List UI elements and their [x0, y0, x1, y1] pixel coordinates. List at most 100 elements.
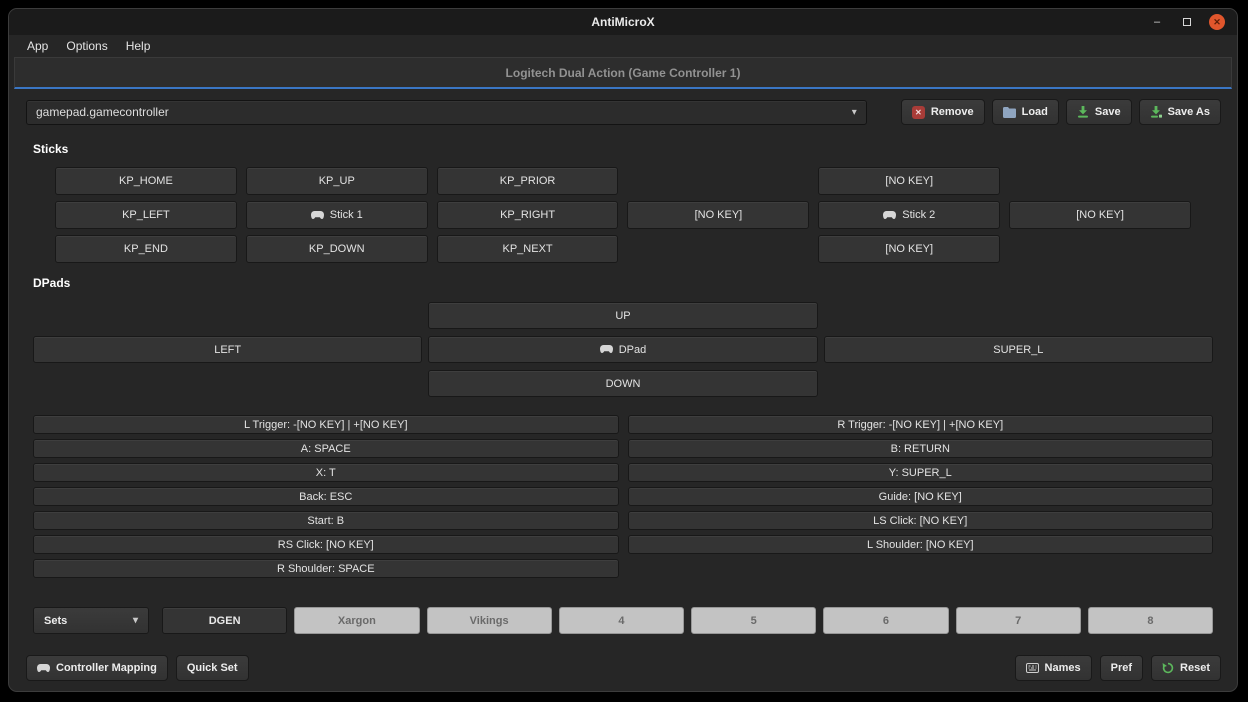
set-tab-6[interactable]: 6	[823, 607, 948, 634]
gamepad-icon	[311, 211, 324, 220]
a-button[interactable]: A: SPACE	[33, 439, 619, 458]
ls-click-button[interactable]: LS Click: [NO KEY]	[628, 511, 1214, 530]
stick1-left-button[interactable]: KP_LEFT	[55, 201, 237, 229]
stick1-down-left-button[interactable]: KP_END	[55, 235, 237, 263]
controller-tabbar: Logitech Dual Action (Game Controller 1)	[14, 57, 1232, 89]
chevron-down-icon: ▾	[852, 107, 857, 118]
remove-label: Remove	[931, 106, 974, 118]
r-shoulder-button[interactable]: R Shoulder: SPACE	[33, 559, 619, 578]
save-icon	[1077, 106, 1089, 118]
x-button[interactable]: X: T	[33, 463, 619, 482]
stick2-center-button[interactable]: Stick 2	[818, 201, 1000, 229]
back-button[interactable]: Back: ESC	[33, 487, 619, 506]
pref-button[interactable]: Pref	[1100, 655, 1143, 681]
minimize-icon: –	[1154, 16, 1160, 28]
rs-click-button[interactable]: RS Click: [NO KEY]	[33, 535, 619, 554]
profile-row: gamepad.gamecontroller ▾ ✕ Remove Load S…	[9, 89, 1237, 133]
gamepad-icon	[37, 664, 50, 673]
r-trigger-button[interactable]: R Trigger: -[NO KEY] | +[NO KEY]	[628, 415, 1214, 434]
sticks-heading: Sticks	[33, 142, 1213, 160]
dpad-label: DPad	[619, 344, 647, 356]
dpads-heading: DPads	[33, 276, 1213, 294]
dpad-down-button[interactable]: DOWN	[428, 370, 817, 397]
sticks-grid: KP_HOME KP_UP KP_PRIOR [NO KEY] KP_LEFT …	[55, 167, 1191, 263]
reset-icon	[1162, 662, 1174, 674]
l-shoulder-button[interactable]: L Shoulder: [NO KEY]	[628, 535, 1214, 554]
stick1-up-left-button[interactable]: KP_HOME	[55, 167, 237, 195]
dpad-left-button[interactable]: LEFT	[33, 336, 422, 363]
sets-dropdown[interactable]: Sets ▾	[33, 607, 149, 634]
titlebar: AntiMicroX – ✕	[9, 9, 1237, 35]
set-tab-8[interactable]: 8	[1088, 607, 1213, 634]
stick2-down-button[interactable]: [NO KEY]	[818, 235, 1000, 263]
names-button[interactable]: Names	[1015, 655, 1092, 681]
save-button[interactable]: Save	[1066, 99, 1132, 125]
keyboard-icon	[1026, 663, 1039, 673]
maximize-icon	[1183, 18, 1191, 26]
set-tab-1[interactable]: DGEN	[162, 607, 287, 634]
y-button[interactable]: Y: SUPER_L	[628, 463, 1214, 482]
close-button[interactable]: ✕	[1209, 14, 1225, 30]
set-tab-2[interactable]: Xargon	[294, 607, 419, 634]
set-tab-5[interactable]: 5	[691, 607, 816, 634]
maximize-button[interactable]	[1179, 14, 1195, 30]
sets-dropdown-label: Sets	[44, 615, 67, 627]
stick1-up-button[interactable]: KP_UP	[246, 167, 428, 195]
app-window: AntiMicroX – ✕ App Options Help Logitech…	[8, 8, 1238, 692]
minimize-button[interactable]: –	[1149, 14, 1165, 30]
quick-set-button[interactable]: Quick Set	[176, 655, 249, 681]
remove-icon: ✕	[912, 106, 925, 119]
profile-combobox[interactable]: gamepad.gamecontroller ▾	[26, 100, 867, 125]
gamepad-icon	[600, 345, 613, 354]
remove-button[interactable]: ✕ Remove	[901, 99, 985, 125]
b-button[interactable]: B: RETURN	[628, 439, 1214, 458]
set-tab-7[interactable]: 7	[956, 607, 1081, 634]
dpad-up-button[interactable]: UP	[428, 302, 817, 329]
close-icon: ✕	[1213, 18, 1221, 27]
window-title: AntiMicroX	[9, 15, 1237, 29]
l-trigger-button[interactable]: L Trigger: -[NO KEY] | +[NO KEY]	[33, 415, 619, 434]
folder-icon	[1003, 107, 1016, 118]
menubar: App Options Help	[9, 35, 1237, 57]
sets-row: Sets ▾ DGEN Xargon Vikings 4 5 6 7 8	[33, 607, 1213, 634]
controller-tab[interactable]: Logitech Dual Action (Game Controller 1)	[506, 66, 741, 80]
menu-help[interactable]: Help	[118, 37, 159, 55]
stick2-up-button[interactable]: [NO KEY]	[818, 167, 1000, 195]
stick1-center-button[interactable]: Stick 1	[246, 201, 428, 229]
names-label: Names	[1045, 662, 1081, 674]
controller-mapping-label: Controller Mapping	[56, 662, 157, 674]
save-as-button[interactable]: Save As	[1139, 99, 1221, 125]
dpad-right-button[interactable]: SUPER_L	[824, 336, 1213, 363]
load-label: Load	[1022, 106, 1048, 118]
stick1-label: Stick 1	[330, 209, 363, 221]
profile-toolbar: ✕ Remove Load Save Save As	[901, 99, 1221, 125]
button-list-left-column: L Trigger: -[NO KEY] | +[NO KEY] A: SPAC…	[33, 415, 619, 578]
set-tab-4[interactable]: 4	[559, 607, 684, 634]
stick2-left-button[interactable]: [NO KEY]	[627, 201, 809, 229]
chevron-down-icon: ▾	[133, 615, 138, 626]
menu-app[interactable]: App	[19, 37, 56, 55]
stick1-down-right-button[interactable]: KP_NEXT	[437, 235, 619, 263]
guide-button[interactable]: Guide: [NO KEY]	[628, 487, 1214, 506]
dpad-grid: UP LEFT DPad SUPER_L DOWN	[33, 302, 1213, 397]
window-controls: – ✕	[1149, 14, 1237, 30]
button-assignment-list: L Trigger: -[NO KEY] | +[NO KEY] A: SPAC…	[33, 415, 1213, 578]
main-content: Sticks KP_HOME KP_UP KP_PRIOR [NO KEY] K…	[9, 133, 1237, 646]
stick1-up-right-button[interactable]: KP_PRIOR	[437, 167, 619, 195]
button-list-right-column: R Trigger: -[NO KEY] | +[NO KEY] B: RETU…	[628, 415, 1214, 578]
menu-options[interactable]: Options	[58, 37, 115, 55]
reset-label: Reset	[1180, 662, 1210, 674]
start-button[interactable]: Start: B	[33, 511, 619, 530]
controller-mapping-button[interactable]: Controller Mapping	[26, 655, 168, 681]
quick-set-label: Quick Set	[187, 662, 238, 674]
save-as-label: Save As	[1168, 106, 1210, 118]
dpad-center-button[interactable]: DPad	[428, 336, 817, 363]
stick2-right-button[interactable]: [NO KEY]	[1009, 201, 1191, 229]
bottom-bar: Controller Mapping Quick Set Names Pref …	[9, 646, 1237, 691]
load-button[interactable]: Load	[992, 99, 1059, 125]
stick1-down-button[interactable]: KP_DOWN	[246, 235, 428, 263]
set-tab-3[interactable]: Vikings	[427, 607, 552, 634]
save-label: Save	[1095, 106, 1121, 118]
stick1-right-button[interactable]: KP_RIGHT	[437, 201, 619, 229]
reset-button[interactable]: Reset	[1151, 655, 1221, 681]
